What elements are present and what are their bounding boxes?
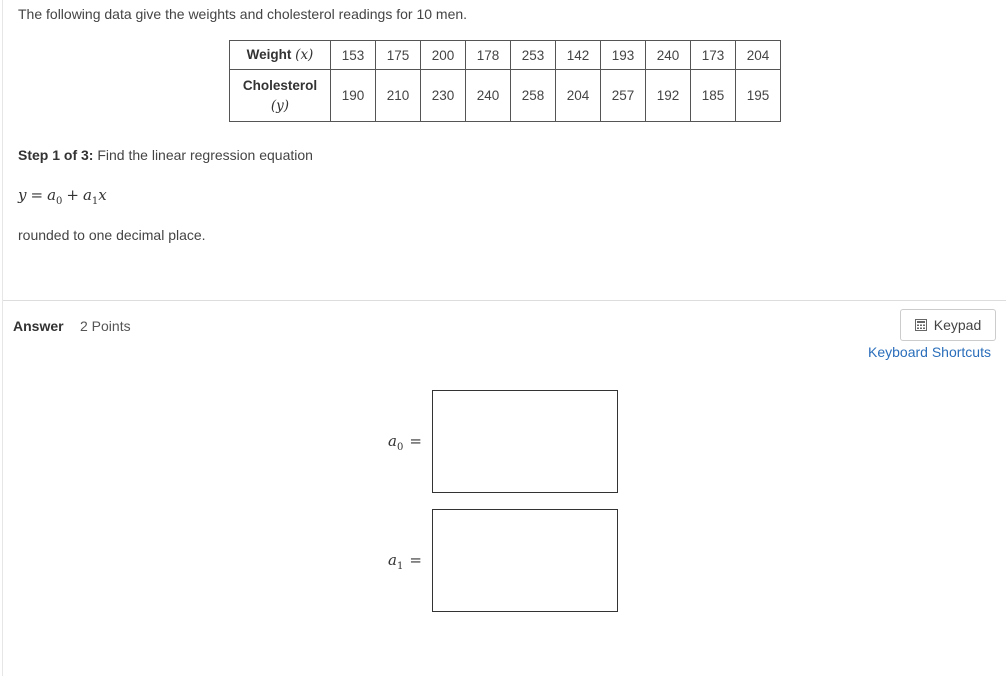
question-text: The following data give the weights and … <box>18 6 468 22</box>
a1-label: a1 = <box>388 551 422 572</box>
eq-equals: = <box>30 186 44 204</box>
cholesterol-cell: 190 <box>330 69 376 122</box>
weight-cell: 142 <box>555 40 601 70</box>
cholesterol-label: Cholesterol <box>242 77 318 93</box>
weight-cell: 193 <box>600 40 646 70</box>
cholesterol-cell: 195 <box>735 69 781 122</box>
weight-cell: 178 <box>465 40 511 70</box>
regression-equation: y = a0 + a1x <box>18 186 107 207</box>
weight-cell: 204 <box>735 40 781 70</box>
weight-cell: 175 <box>375 40 421 70</box>
cholesterol-cell: 258 <box>510 69 556 122</box>
cholesterol-cell: 230 <box>420 69 466 122</box>
eq-y: y <box>18 186 27 204</box>
cholesterol-cell: 185 <box>690 69 736 122</box>
a1-input[interactable] <box>432 509 618 612</box>
eq-plus: + <box>66 186 79 204</box>
answer-label: Answer <box>13 318 64 334</box>
row-header-cholesterol: Cholesterol (y) <box>229 69 331 122</box>
step-text: Find the linear regression equation <box>97 147 313 163</box>
points-label: 2 Points <box>80 318 131 334</box>
weight-cell: 240 <box>645 40 691 70</box>
step-instruction: Step 1 of 3: Find the linear regression … <box>18 147 313 163</box>
calculator-icon <box>914 319 927 331</box>
cholesterol-cell: 257 <box>600 69 646 122</box>
a0-var: a <box>388 432 397 450</box>
cholesterol-cell: 210 <box>375 69 421 122</box>
rounding-note: rounded to one decimal place. <box>18 227 206 243</box>
weight-cell: 173 <box>690 40 736 70</box>
weight-label: Weight <box>246 47 292 62</box>
table-row-weight: Weight (x) 153 175 200 178 253 142 193 2… <box>229 40 781 70</box>
data-table: Weight (x) 153 175 200 178 253 142 193 2… <box>229 40 781 122</box>
table-row-cholesterol: Cholesterol (y) 190 210 230 240 258 204 … <box>229 69 781 122</box>
eq-sub0: 0 <box>56 196 63 207</box>
cholesterol-cell: 240 <box>465 69 511 122</box>
cholesterol-var: (y) <box>270 97 290 114</box>
a1-equals: = <box>409 551 422 569</box>
weight-cell: 253 <box>510 40 556 70</box>
a0-sub: 0 <box>396 442 404 453</box>
weight-cell: 200 <box>420 40 466 70</box>
a1-var: a <box>388 551 397 569</box>
a0-equals: = <box>409 432 422 450</box>
a0-input[interactable] <box>432 390 618 493</box>
weight-cell: 153 <box>330 40 376 70</box>
step-prefix: Step 1 of 3: <box>18 147 94 163</box>
cholesterol-cell: 192 <box>645 69 691 122</box>
section-divider <box>3 300 1006 301</box>
a0-label: a0 = <box>388 432 422 453</box>
eq-a1: a <box>82 186 92 204</box>
keypad-label: Keypad <box>933 317 982 333</box>
keyboard-shortcuts-link[interactable]: Keyboard Shortcuts <box>868 344 991 360</box>
cholesterol-cell: 204 <box>555 69 601 122</box>
left-border <box>2 0 3 676</box>
row-header-weight: Weight (x) <box>229 40 331 70</box>
page: The following data give the weights and … <box>0 0 1006 676</box>
a1-sub: 1 <box>396 561 404 572</box>
eq-a0: a <box>47 186 57 204</box>
eq-x: x <box>98 186 107 204</box>
weight-var: (x) <box>295 47 314 63</box>
keypad-button[interactable]: Keypad <box>900 309 996 341</box>
